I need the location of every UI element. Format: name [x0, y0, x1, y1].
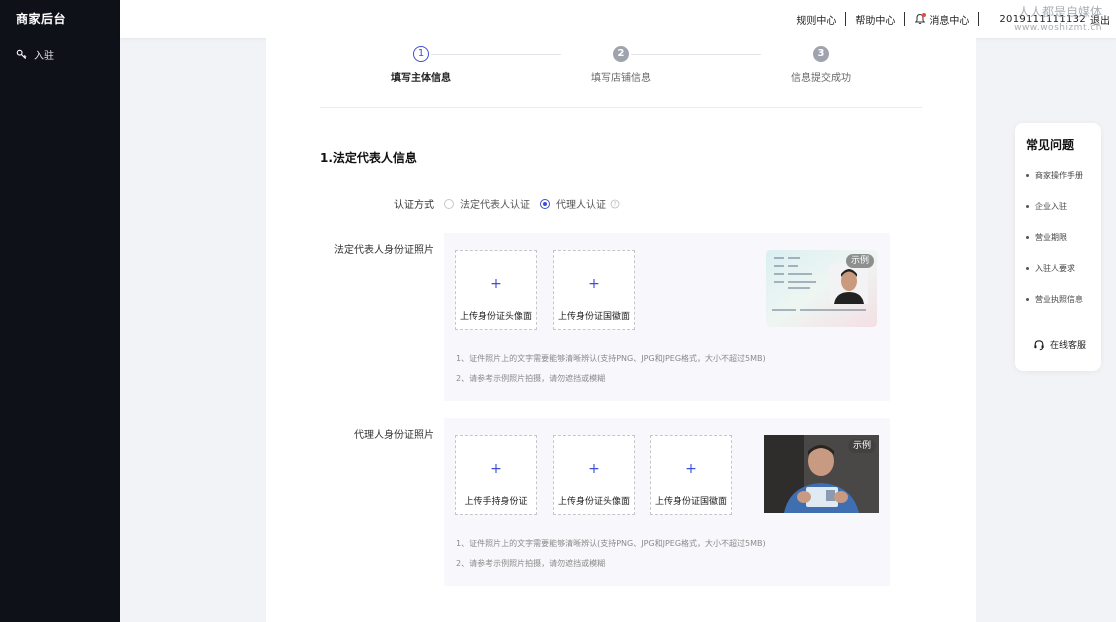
upload-id-front[interactable]: + 上传身份证头像面 [553, 435, 635, 515]
agent-id-label: 代理人身份证照片 [354, 430, 434, 441]
top-bar: 规则中心 帮助中心 消息中心 2019111111132 退出 人人都是自媒体 … [120, 0, 1116, 38]
sidebar-brand: 商家后台 [16, 12, 67, 26]
bullet-icon [1026, 236, 1029, 239]
key-icon [16, 48, 28, 60]
hint-text: 2、请参考示例照片拍摄，请勿遮挡或模糊 [456, 559, 606, 568]
step-label: 填写主体信息 [391, 73, 451, 84]
bell-icon [914, 13, 927, 25]
step-1: 1 填写主体信息 [361, 46, 481, 84]
help-circle-icon[interactable]: ? [610, 199, 620, 209]
radio-legal-rep[interactable]: 法定代表人认证 [444, 196, 530, 211]
upload-label: 上传身份证国徽面 [654, 497, 727, 507]
top-links: 规则中心 帮助中心 消息中心 2019111111132 退出 [787, 0, 1116, 38]
message-center-label: 消息中心 [929, 15, 970, 27]
upload-label: 上传手持身份证 [464, 497, 528, 507]
bullet-icon [1026, 205, 1029, 208]
bullet-icon [1026, 267, 1029, 270]
legal-id-label: 法定代表人身份证照片 [334, 245, 434, 256]
message-center-link[interactable]: 消息中心 [905, 12, 978, 27]
hint-text: 1、证件照片上的文字需要能够清晰辨认(支持PNG、JPG和JPEG格式，大小不超… [456, 539, 766, 548]
faq-item-label: 入驻人要求 [1035, 264, 1075, 273]
header-divider [320, 107, 922, 108]
example-badge: 示例 [847, 439, 876, 453]
bullet-icon [1026, 298, 1029, 301]
faq-item[interactable]: 企业入驻 [1026, 201, 1067, 212]
online-service-button[interactable]: 在线客服 [1033, 338, 1086, 351]
step-number: 2 [613, 46, 629, 62]
step-number: 1 [413, 46, 429, 62]
headset-icon [1034, 339, 1044, 350]
rules-center-link[interactable]: 规则中心 [787, 12, 845, 27]
faq-title: 常见问题 [1026, 138, 1075, 152]
faq-item-label: 商家操作手册 [1035, 171, 1083, 180]
upload-handheld-id[interactable]: + 上传手持身份证 [455, 435, 537, 515]
sidebar-item-settle-in[interactable]: 入驻 [0, 40, 120, 68]
faq-item-label: 企业入驻 [1035, 202, 1067, 211]
radio-circle [444, 198, 454, 209]
step-2: 2 填写店铺信息 [561, 46, 681, 84]
faq-item-label: 营业执照信息 [1035, 295, 1083, 304]
upload-label: 上传身份证头像面 [557, 497, 630, 507]
upload-label: 上传身份证头像面 [459, 312, 532, 322]
main-card: 1 填写主体信息 2 填写店铺信息 3 信息提交成功 1.法定代表人信息 认证方… [266, 38, 976, 622]
id-card-example-image: 示例 [766, 250, 877, 327]
help-center-link[interactable]: 帮助中心 [846, 12, 904, 27]
radio-label: 法定代表人认证 [460, 200, 530, 211]
example-badge: 示例 [845, 254, 874, 268]
hint-text: 1、证件照片上的文字需要能够清晰辨认(支持PNG、JPG和JPEG格式，大小不超… [456, 354, 766, 363]
sidebar: 商家后台 入驻 [0, 0, 120, 622]
step-label: 信息提交成功 [791, 73, 851, 84]
auth-method-label: 认证方式 [394, 200, 434, 211]
agent-id-panel: + 上传手持身份证 + 上传身份证头像面 + 上传身份证国徽面 示例 1、证件照… [444, 418, 890, 586]
upload-id-back[interactable]: + 上传身份证国徽面 [650, 435, 732, 515]
handheld-id-example-image: 示例 [764, 435, 879, 513]
radio-agent[interactable]: 代理人认证 ? [540, 196, 620, 211]
logout-link[interactable]: 退出 [1086, 12, 1116, 27]
plus-icon: + [490, 276, 502, 292]
plus-icon: + [685, 461, 697, 477]
plus-icon: + [588, 276, 600, 292]
upload-label: 上传身份证国徽面 [557, 312, 630, 322]
faq-item[interactable]: 营业执照信息 [1026, 294, 1083, 305]
faq-panel: 常见问题 商家操作手册 企业入驻 营业期限 入驻人要求 营业执照信息 在线客服 [1015, 123, 1101, 371]
progress-steps: 1 填写主体信息 2 填写店铺信息 3 信息提交成功 [321, 38, 921, 108]
auth-method-radios: 法定代表人认证 代理人认证 ? [444, 196, 630, 211]
plus-icon: + [490, 461, 502, 477]
radio-label: 代理人认证 [556, 200, 606, 211]
plus-icon: + [588, 461, 600, 477]
section-title: 1.法定代表人信息 [320, 151, 417, 165]
online-service-label: 在线客服 [1050, 341, 1087, 351]
step-number: 3 [813, 46, 829, 62]
faq-item[interactable]: 营业期限 [1026, 232, 1067, 243]
faq-item[interactable]: 入驻人要求 [1026, 263, 1075, 274]
bullet-icon [1026, 174, 1029, 177]
upload-id-back[interactable]: + 上传身份证国徽面 [553, 250, 635, 330]
sidebar-item-label: 入驻 [34, 50, 54, 62]
legal-id-panel: + 上传身份证头像面 + 上传身份证国徽面 示例 1、证件照片上的文字需要能够清… [444, 233, 890, 401]
radio-circle-checked [540, 198, 550, 209]
hint-text: 2、请参考示例照片拍摄，请勿遮挡或模糊 [456, 374, 606, 383]
upload-id-front[interactable]: + 上传身份证头像面 [455, 250, 537, 330]
account-id: 2019111111132 [999, 13, 1086, 25]
step-label: 填写店铺信息 [591, 73, 651, 84]
faq-item[interactable]: 商家操作手册 [1026, 170, 1083, 181]
faq-item-label: 营业期限 [1035, 233, 1067, 242]
step-3: 3 信息提交成功 [761, 46, 881, 84]
svg-text:?: ? [613, 201, 616, 208]
